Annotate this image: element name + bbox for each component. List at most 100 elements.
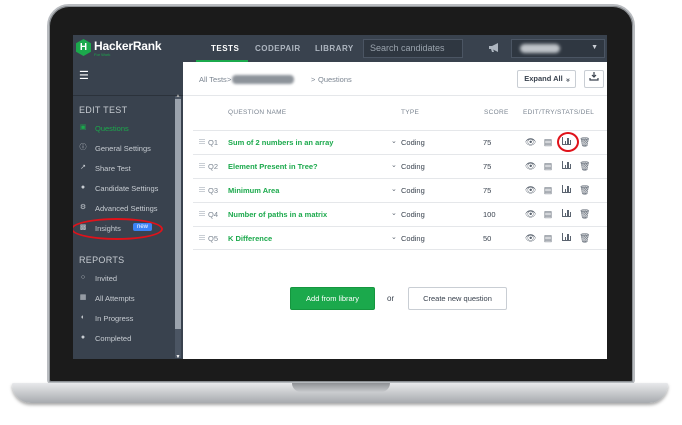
sidebar-item-in-progress[interactable]: ◐ In Progress 0 bbox=[79, 312, 180, 326]
chevron-down-icon[interactable]: ⌄ bbox=[391, 209, 397, 217]
create-new-question-button[interactable]: Create new question bbox=[408, 287, 507, 310]
sidebar-item-label: All Attempts bbox=[95, 294, 135, 303]
edit-icon[interactable]: ▤ bbox=[543, 137, 553, 147]
sidebar-item-general-settings[interactable]: ⓘ General Settings bbox=[79, 142, 174, 156]
add-from-library-button[interactable]: Add from library bbox=[290, 287, 375, 310]
sidebar-item-advanced-settings[interactable]: ⚙ Advanced Settings bbox=[79, 202, 174, 216]
stats-icon[interactable] bbox=[561, 185, 571, 195]
laptop-frame: H HackerRank For Work TESTS CODEPAIR LIB… bbox=[0, 0, 682, 425]
eye-icon[interactable]: 👁 bbox=[525, 161, 536, 171]
stats-icon[interactable] bbox=[561, 161, 571, 171]
edit-icon[interactable]: ▤ bbox=[543, 209, 553, 219]
question-name-link[interactable]: Minimum Area bbox=[228, 186, 279, 195]
header-type: TYPE bbox=[401, 109, 420, 116]
brand-name[interactable]: HackerRank bbox=[94, 39, 162, 53]
breadcrumb-test-name-redacted[interactable] bbox=[232, 75, 294, 84]
chevron-down-icon[interactable]: ⌄ bbox=[391, 137, 397, 145]
section-reports: REPORTS bbox=[79, 255, 125, 265]
question-number: Q5 bbox=[208, 234, 219, 243]
tab-library[interactable]: LIBRARY bbox=[315, 44, 354, 53]
sidebar-item-label: Advanced Settings bbox=[95, 204, 158, 213]
breadcrumb-separator: > bbox=[311, 75, 316, 84]
drag-handle-icon[interactable] bbox=[199, 235, 205, 241]
download-button[interactable] bbox=[584, 70, 604, 88]
drag-handle-icon[interactable] bbox=[199, 139, 205, 145]
top-nav: H HackerRank For Work TESTS CODEPAIR LIB… bbox=[73, 35, 607, 62]
question-name-link[interactable]: Element Present in Tree? bbox=[228, 162, 318, 171]
main-content: All Tests > > Questions Expand All » QUE… bbox=[183, 62, 607, 359]
share-icon: ↗ bbox=[80, 164, 86, 171]
megaphone-icon[interactable] bbox=[488, 42, 501, 54]
eye-icon[interactable]: 👁 bbox=[525, 137, 536, 147]
sidebar-item-invited[interactable]: ○ Invited 0 bbox=[79, 272, 180, 286]
or-label: or bbox=[387, 294, 395, 303]
question-type: Coding bbox=[401, 186, 425, 195]
question-number: Q3 bbox=[208, 186, 219, 195]
search-input[interactable]: Search candidates bbox=[363, 39, 463, 58]
breadcrumb-all-tests[interactable]: All Tests bbox=[199, 75, 227, 84]
sidebar-item-label: Candidate Settings bbox=[95, 184, 159, 193]
tab-tests[interactable]: TESTS bbox=[211, 44, 239, 53]
table-row[interactable]: Q1 Sum of 2 numbers in an array ⌄ Coding… bbox=[193, 130, 607, 154]
sidebar-item-share-test[interactable]: ↗ Share Test bbox=[79, 162, 174, 176]
drag-handle-icon[interactable] bbox=[199, 163, 205, 169]
trash-icon[interactable]: 🗑 bbox=[579, 185, 590, 195]
trash-icon[interactable]: 🗑 bbox=[579, 161, 590, 171]
question-score: 50 bbox=[483, 234, 492, 243]
trash-icon[interactable]: 🗑 bbox=[579, 209, 590, 219]
half-circle-icon: ◐ bbox=[80, 314, 86, 321]
user-menu[interactable]: ▼ bbox=[511, 39, 605, 58]
sidebar-item-label: Questions bbox=[95, 124, 129, 133]
circle-icon: ○ bbox=[80, 274, 86, 281]
question-type: Coding bbox=[401, 210, 425, 219]
eye-icon[interactable]: 👁 bbox=[525, 233, 536, 243]
eye-icon[interactable]: 👁 bbox=[525, 209, 536, 219]
edit-icon[interactable]: ▤ bbox=[543, 161, 553, 171]
user-name-redacted bbox=[520, 44, 560, 53]
gear-icon: ⚙ bbox=[79, 204, 87, 211]
checkbox-icon: ▣ bbox=[79, 124, 87, 131]
chevron-down-icon[interactable]: ⌄ bbox=[391, 233, 397, 241]
scroll-down-icon[interactable]: ▼ bbox=[175, 354, 181, 359]
table-row[interactable]: Q4 Number of paths in a matrix ⌄ Coding … bbox=[193, 202, 607, 226]
scroll-thumb[interactable] bbox=[175, 99, 181, 329]
filled-circle-icon: ● bbox=[80, 334, 86, 341]
trash-icon[interactable]: 🗑 bbox=[579, 233, 590, 243]
edit-icon[interactable]: ▤ bbox=[543, 233, 553, 243]
info-icon: ⓘ bbox=[79, 144, 87, 151]
edit-icon[interactable]: ▤ bbox=[543, 185, 553, 195]
expand-all-button[interactable]: Expand All » bbox=[517, 70, 576, 88]
question-name-link[interactable]: Sum of 2 numbers in an array bbox=[228, 138, 333, 147]
table-row[interactable]: Q2 Element Present in Tree? ⌄ Coding 75 … bbox=[193, 154, 607, 178]
table-row[interactable]: Q3 Minimum Area ⌄ Coding 75 👁 ▤ 🗑 bbox=[193, 178, 607, 202]
hamburger-icon[interactable]: ☰ bbox=[79, 69, 89, 82]
breadcrumb: All Tests > > Questions Expand All » bbox=[183, 62, 607, 96]
sidebar-item-completed[interactable]: ● Completed 0 bbox=[79, 332, 180, 346]
laptop-notch bbox=[292, 383, 390, 392]
sidebar-item-questions[interactable]: ▣ Questions bbox=[79, 122, 174, 136]
stats-icon[interactable] bbox=[561, 233, 571, 243]
sidebar-item-candidate-settings[interactable]: ● Candidate Settings bbox=[79, 182, 174, 196]
sidebar-item-all-attempts[interactable]: ▦ All Attempts bbox=[79, 292, 174, 306]
sidebar-divider bbox=[73, 95, 183, 96]
drag-handle-icon[interactable] bbox=[199, 211, 205, 217]
sidebar-scrollbar[interactable]: ▲ ▼ bbox=[175, 93, 181, 359]
question-score: 75 bbox=[483, 186, 492, 195]
hackerrank-logo-icon[interactable]: H bbox=[76, 39, 91, 56]
question-name-link[interactable]: Number of paths in a matrix bbox=[228, 210, 327, 219]
stats-icon[interactable] bbox=[561, 209, 571, 219]
download-icon bbox=[589, 72, 599, 81]
trash-icon[interactable]: 🗑 bbox=[579, 137, 590, 147]
question-type: Coding bbox=[401, 138, 425, 147]
table-row[interactable]: Q5 K Difference ⌄ Coding 50 👁 ▤ 🗑 bbox=[193, 226, 607, 250]
chevron-down-icon[interactable]: ⌄ bbox=[391, 185, 397, 193]
tab-codepair[interactable]: CODEPAIR bbox=[255, 44, 301, 53]
image-icon: ▦ bbox=[79, 294, 87, 301]
header-actions: EDIT/TRY/STATS/DEL bbox=[523, 109, 595, 116]
sidebar-item-label: In Progress bbox=[95, 314, 134, 323]
chevron-down-icon[interactable]: ⌄ bbox=[391, 161, 397, 169]
eye-icon[interactable]: 👁 bbox=[525, 185, 536, 195]
question-name-link[interactable]: K Difference bbox=[228, 234, 272, 243]
drag-handle-icon[interactable] bbox=[199, 187, 205, 193]
double-chevron-down-icon: » bbox=[563, 78, 571, 82]
